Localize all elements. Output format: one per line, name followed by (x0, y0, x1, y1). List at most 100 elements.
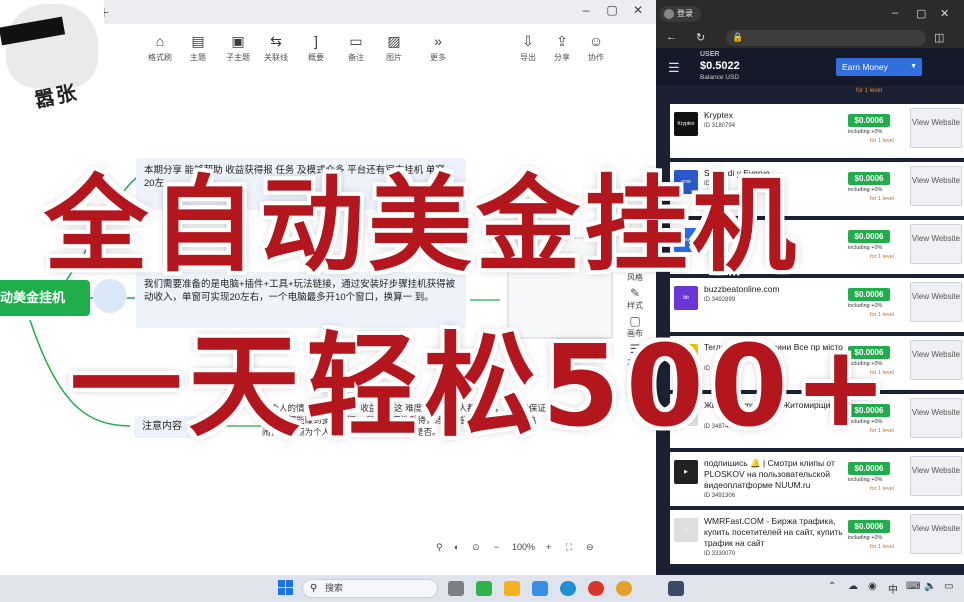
user-label: USER (700, 51, 720, 58)
locate-icon[interactable]: ⊙ (472, 542, 480, 553)
input-language[interactable]: 中 (888, 581, 898, 596)
reload-icon[interactable]: ↻ (696, 31, 705, 44)
task-view-icon[interactable] (448, 581, 464, 596)
toolbar-label: 格式刷 (148, 53, 172, 62)
chevron-down-icon: ▼ (910, 63, 917, 70)
store-app-icon[interactable] (532, 581, 548, 596)
site-header: ☰ USER $0.5022 Balance USD Earn Money ▼ (656, 48, 964, 86)
maximize-icon[interactable]: ▢ (916, 7, 926, 20)
earn-select-label: Earn Money (842, 62, 888, 72)
toolbar-more-button[interactable]: » 更多 (418, 32, 458, 63)
offer-logo: Kryptex (674, 112, 698, 136)
view-website-button[interactable]: View Website (910, 282, 962, 322)
view-website-button[interactable]: View Website (910, 514, 962, 554)
mindmap-toolbar: ⌂ 格式刷 ▤ 主题 ▣ 子主题 ⇆ 关联线] 概要 ▭ 备注 ▨ 图片» 更多 ⇩ 导出 ⇪ 分享 ☺ 协作 (100, 32, 656, 72)
toolbar-label: 备注 (348, 53, 364, 62)
toolbar-topic-button[interactable]: ▤ 主题 (178, 32, 218, 63)
back-icon[interactable]: ← (666, 31, 677, 43)
browser-navbar: ← ↻ 🔒 ◫ (656, 28, 964, 48)
view-website-button[interactable]: View Website (910, 224, 962, 264)
topic-icon: ▤ (191, 33, 205, 49)
taskbar-search[interactable]: ⚲ 搜索 (302, 579, 438, 598)
reward-badge: $0.0006 (848, 230, 890, 243)
toolbar-label: 子主题 (226, 53, 250, 62)
toolbar-collaborate-button[interactable]: ☺ 协作 (576, 32, 616, 63)
toolbar-note-button[interactable]: ▭ 备注 (336, 32, 376, 63)
view-website-button[interactable]: View Website (910, 166, 962, 206)
pinned-app-icon[interactable] (668, 581, 684, 596)
panda-face-image (6, 4, 98, 88)
edge-browser-icon[interactable] (560, 581, 576, 596)
speaker-icon[interactable]: 🔈 (924, 581, 936, 592)
offer-logo: ▶ (674, 460, 698, 484)
collaborate-icon: ☺ (588, 33, 604, 49)
image-icon: ▨ (387, 33, 401, 49)
view-website-button[interactable]: View Website (910, 340, 962, 380)
chevron-up-icon[interactable]: ⌃ (828, 581, 836, 592)
address-bar[interactable]: 🔒 (726, 30, 926, 46)
overlay-title-line2: 一天轻松500+ (70, 322, 894, 452)
earn-money-select[interactable]: Earn Money ▼ (836, 58, 922, 76)
toolbar-image-button[interactable]: ▨ 图片 (374, 32, 414, 63)
reward-including: including +0% (848, 477, 883, 483)
meme-sticker: 嚣张 (0, 0, 104, 132)
toolbar-subtopic-button[interactable]: ▣ 子主题 (218, 32, 258, 63)
taskbar: ⚲ 搜索 ⌃ ☁ ◉ 中 ⌨ 🔈 ▭ (0, 575, 964, 602)
offer-name: WMRFast.COM - Биржа трафика, купить посе… (704, 516, 843, 548)
toolbar-label: 图片 (386, 53, 402, 62)
search-icon: ⚲ (310, 583, 318, 594)
fit-screen-icon[interactable]: ⛶ (566, 542, 572, 553)
close-window-icon[interactable]: ✕ (940, 7, 949, 20)
maximize-icon[interactable]: ▢ (602, 3, 622, 17)
reward-level: for 1 level (870, 196, 894, 202)
toolbar-relation-line-button[interactable]: ⇆ 关联线 (256, 32, 296, 63)
windows-start-icon[interactable] (278, 580, 294, 596)
reward-badge: $0.0006 (848, 172, 890, 185)
note-icon: ▭ (349, 33, 363, 49)
toolbar-format-brush-button[interactable]: ⌂ 格式刷 (140, 32, 180, 63)
collapse-icon[interactable]: ⊖ (586, 542, 594, 553)
battery-icon[interactable]: ▭ (944, 581, 953, 592)
zoom-in-icon[interactable]: + (546, 542, 551, 552)
theme-icon[interactable]: ◐ (454, 542, 459, 552)
minimize-icon[interactable]: – (576, 3, 596, 17)
user-balance: $0.5022 (700, 60, 740, 72)
zoom-bar: ⚲ ◐ ⊙ − 100% + ⛶ ⊖ (436, 540, 606, 558)
keyboard-icon[interactable]: ⌨ (906, 581, 920, 592)
file-explorer-icon[interactable] (504, 581, 520, 596)
toolbar-summary-button[interactable]: ] 概要 (296, 32, 336, 63)
chrome-browser-icon[interactable] (616, 581, 632, 596)
sidebar-toggle-icon[interactable]: ◫ (934, 31, 944, 44)
reward-badge: $0.0006 (848, 462, 890, 475)
offer-id: ID 3180794 (704, 123, 736, 129)
reward-including: including +0% (848, 187, 883, 193)
camera-icon[interactable]: ◉ (868, 581, 877, 592)
offer-name: подпишись 🔔 | Смотри клипы от PLOSKOV на… (704, 458, 835, 490)
view-website-button[interactable]: View Website (910, 108, 962, 148)
menu-icon[interactable]: ☰ (668, 60, 680, 76)
reward-level: for 1 level (870, 486, 894, 492)
lock-icon: 🔒 (732, 32, 744, 42)
login-button[interactable]: 登录 (660, 6, 701, 22)
minimize-icon[interactable]: – (892, 7, 898, 19)
balance-currency: Balance USD (700, 74, 740, 81)
browser-titlebar: 登录 – ▢ ✕ (656, 0, 964, 28)
toolbar-label: 关联线 (264, 53, 288, 62)
screen: ✕ ＋ – ▢ ✕ ⌂格式刷▤主题▣子主题⇆关联线]概要▭备注▨图片»更多⇩导出… (0, 0, 964, 602)
view-website-button[interactable]: View Website (910, 456, 962, 496)
reward-badge: $0.0006 (848, 520, 890, 533)
offer-id: ID 3491306 (704, 493, 736, 499)
close-window-icon[interactable]: ✕ (628, 3, 648, 17)
recorder-app-icon[interactable] (588, 581, 604, 596)
reward-including: including +0% (848, 535, 883, 541)
search-icon[interactable]: ⚲ (436, 542, 443, 553)
offer-row: ◻ WMRFast.COM - Биржа трафика, купить пос… (670, 510, 964, 566)
zoom-out-icon[interactable]: − (494, 542, 499, 552)
reward-level: for 1 level (870, 544, 894, 550)
cloud-icon[interactable]: ☁ (848, 581, 858, 592)
widgets-app-icon[interactable] (476, 581, 492, 596)
zoom-level[interactable]: 100% (512, 542, 535, 552)
view-website-button[interactable]: View Website (910, 398, 962, 438)
reward-including: including +0% (848, 245, 883, 251)
more-icon: » (434, 33, 442, 49)
